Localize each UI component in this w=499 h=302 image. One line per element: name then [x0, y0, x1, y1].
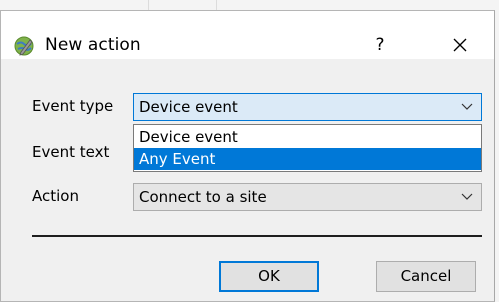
event-type-dropdown-list: Device event Any Event	[133, 124, 482, 172]
ok-button[interactable]: OK	[219, 261, 319, 292]
new-action-dialog: New action ? Event type Device event Dev…	[0, 10, 495, 302]
globe-pencil-icon	[13, 35, 35, 57]
event-type-combobox[interactable]: Device event	[133, 93, 482, 121]
chevron-down-icon	[461, 193, 473, 200]
action-combobox[interactable]: Connect to a site	[133, 183, 482, 211]
help-button[interactable]: ?	[366, 31, 394, 59]
event-type-value: Device event	[139, 98, 238, 116]
dropdown-option-any-event[interactable]: Any Event	[134, 148, 481, 170]
dialog-title: New action	[45, 35, 141, 55]
title-bar: New action ?	[1, 11, 494, 59]
close-icon	[453, 38, 467, 52]
chevron-down-icon	[461, 103, 473, 110]
separator-line	[32, 235, 482, 237]
event-type-label: Event type	[32, 97, 114, 115]
cancel-button[interactable]: Cancel	[376, 261, 476, 292]
close-button[interactable]	[446, 31, 474, 59]
dropdown-option-device-event[interactable]: Device event	[134, 126, 481, 148]
action-label: Action	[32, 187, 79, 205]
action-value: Connect to a site	[139, 188, 267, 206]
event-text-label: Event text	[32, 143, 110, 161]
